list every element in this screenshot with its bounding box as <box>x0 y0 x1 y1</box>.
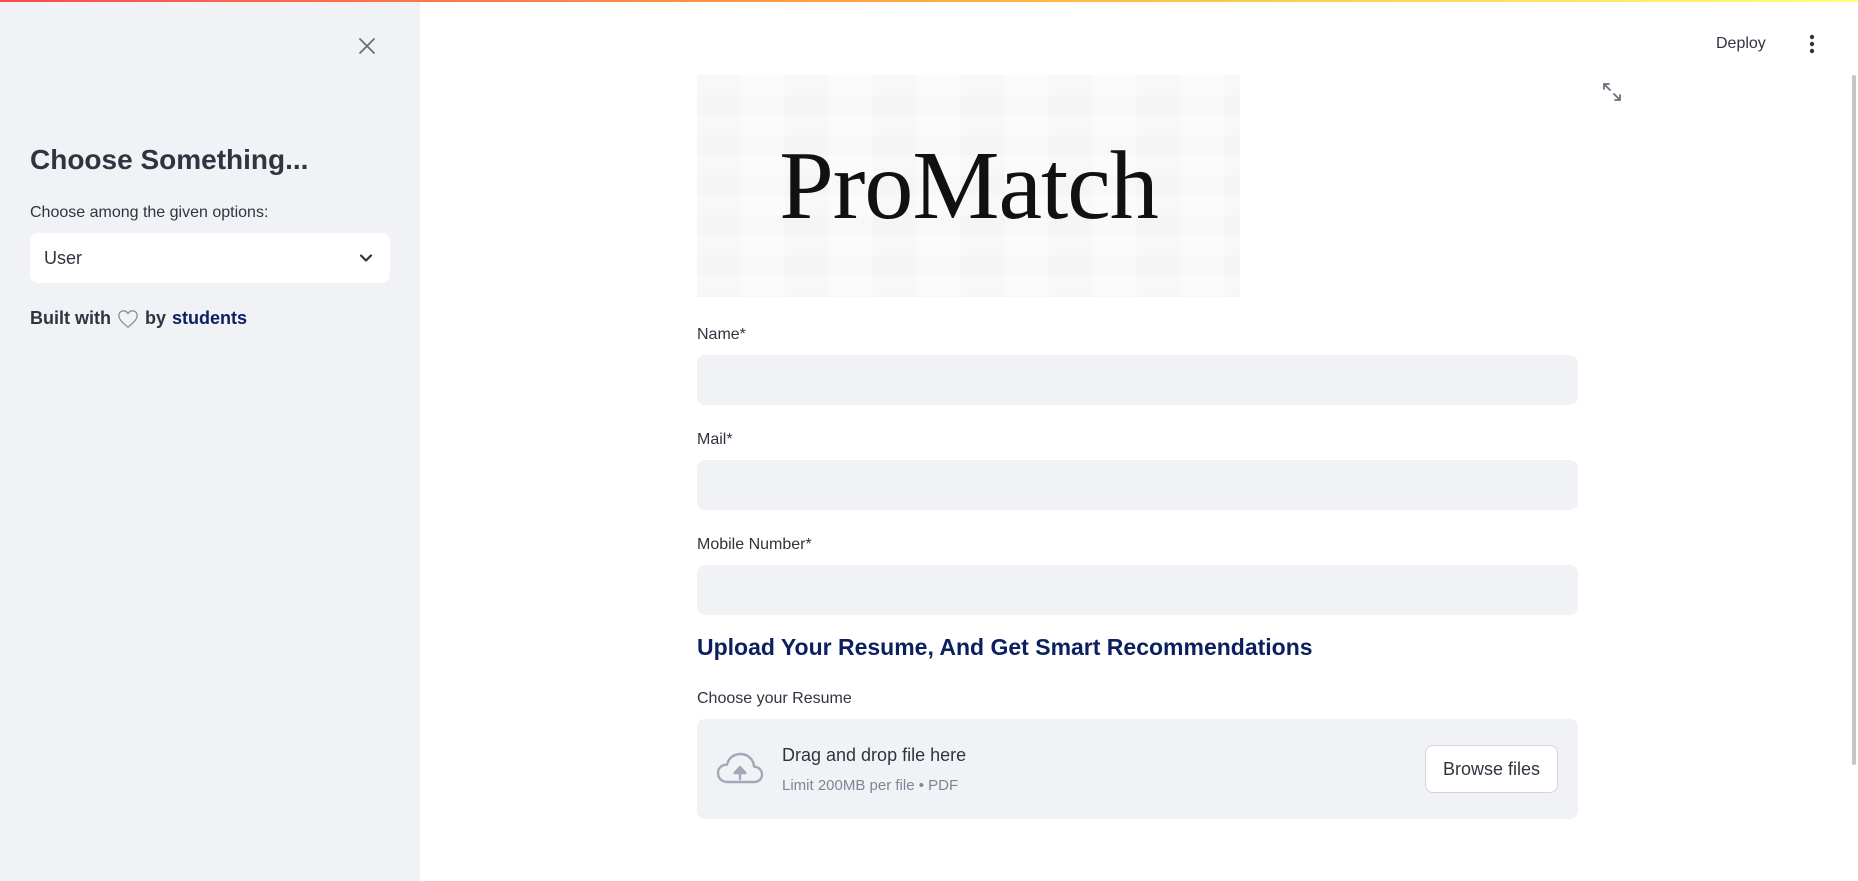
heart-icon <box>118 309 138 328</box>
logo-image: ProMatch <box>697 75 1240 297</box>
top-decoration-bar <box>0 0 1858 2</box>
select-value: User <box>44 247 83 268</box>
name-input[interactable] <box>697 355 1578 405</box>
built-with-prefix: Built with <box>30 308 111 328</box>
close-sidebar-button[interactable] <box>353 32 381 60</box>
upload-heading: Upload Your Resume, And Get Smart Recomm… <box>697 634 1313 660</box>
browse-files-button[interactable]: Browse files <box>1425 745 1558 793</box>
dropzone-title: Drag and drop file here <box>782 745 967 765</box>
name-label: Name* <box>697 326 746 343</box>
built-with-by: by <box>144 308 166 328</box>
chevron-down-icon <box>359 254 373 262</box>
cloud-upload-icon <box>716 752 764 784</box>
close-icon <box>359 38 375 54</box>
more-vertical-icon <box>1809 34 1815 54</box>
built-with-credit: Built with by students <box>30 308 247 329</box>
select-label: Choose among the given options: <box>30 204 269 221</box>
students-link[interactable]: students <box>172 308 247 329</box>
logo-text: ProMatch <box>779 132 1158 240</box>
mobile-label: Mobile Number* <box>697 536 812 553</box>
mobile-input[interactable] <box>697 565 1578 615</box>
fullscreen-button[interactable] <box>1600 80 1624 104</box>
option-select[interactable]: User <box>30 233 390 283</box>
file-dropzone[interactable]: Drag and drop file here Limit 200MB per … <box>697 719 1578 819</box>
deploy-button[interactable]: Deploy <box>1716 30 1766 58</box>
mail-label: Mail* <box>697 431 733 448</box>
mail-input[interactable] <box>697 460 1578 510</box>
sidebar-title: Choose Something... <box>30 144 309 175</box>
main-scrollbar[interactable] <box>1852 75 1856 765</box>
upload-label: Choose your Resume <box>697 690 852 707</box>
main-menu-button[interactable] <box>1800 30 1824 58</box>
sidebar: Choose Something... Choose among the giv… <box>0 0 420 881</box>
dropzone-limit: Limit 200MB per file • PDF <box>782 777 959 794</box>
expand-icon <box>1603 83 1621 101</box>
